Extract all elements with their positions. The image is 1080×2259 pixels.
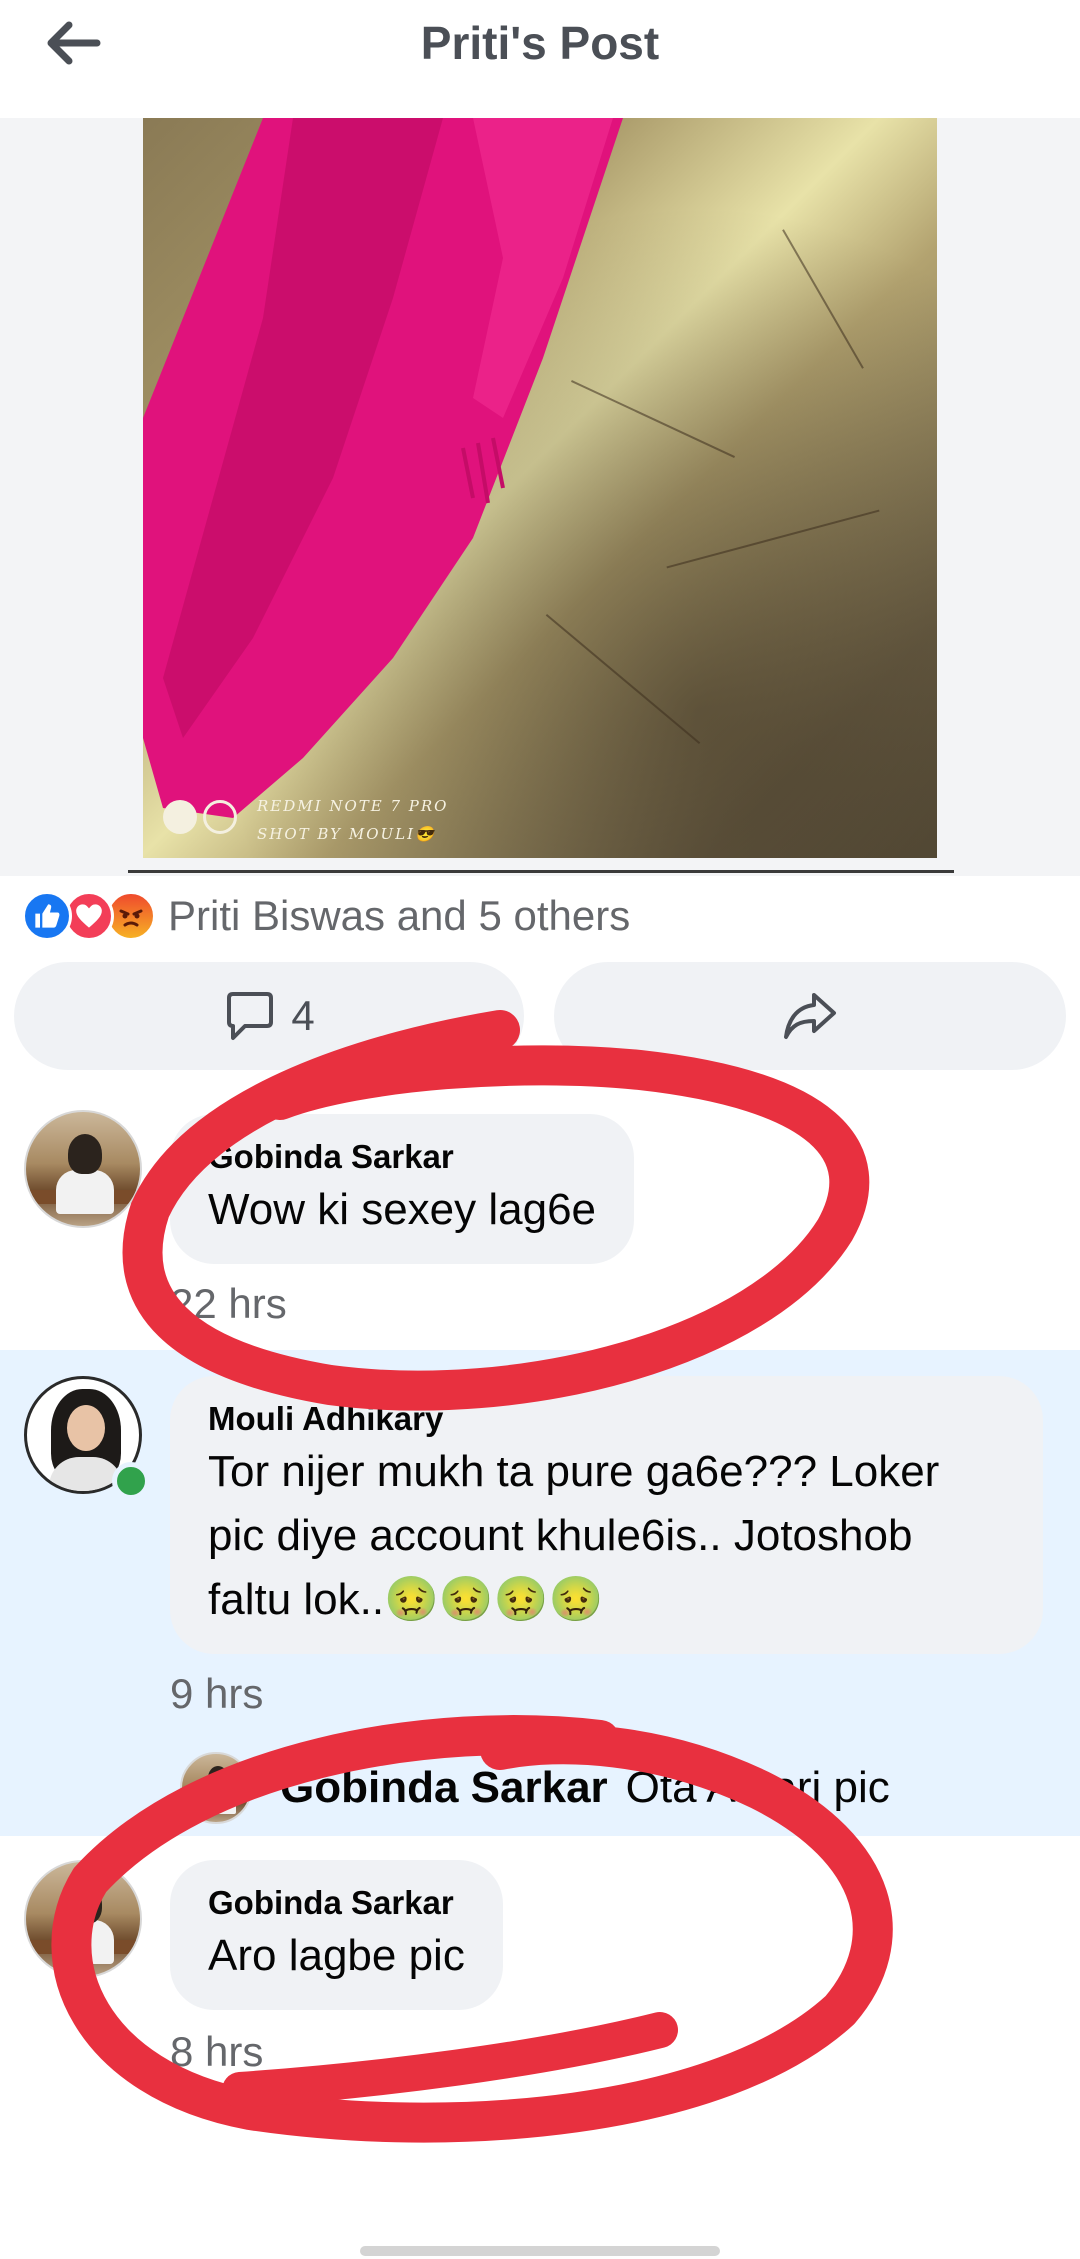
avatar[interactable]	[180, 1752, 252, 1824]
divider	[128, 870, 954, 873]
like-icon	[22, 891, 72, 941]
share-button[interactable]	[554, 962, 1066, 1070]
comment-author[interactable]: Gobinda Sarkar	[208, 1136, 596, 1178]
saree-figure	[143, 118, 623, 818]
comment-text: Wow ki sexey lag6e	[208, 1185, 597, 1234]
page-title: Priti's Post	[420, 17, 660, 69]
comment-bubble[interactable]: Mouli Adhikary Tor nijer mukh ta pure ga…	[170, 1376, 1043, 1654]
share-icon	[784, 993, 836, 1039]
post-photo[interactable]: REDMI NOTE 7 PRO SHOT BY MOULI😎	[143, 118, 937, 858]
comment-author[interactable]: Mouli Adhikary	[208, 1398, 1005, 1440]
reply-preview[interactable]: Gobinda Sarkar Ota Amari pic	[180, 1750, 890, 1826]
comment-author[interactable]: Gobinda Sarkar	[208, 1882, 465, 1924]
online-status-icon	[112, 1462, 150, 1500]
comment-text: Aro lagbe pic	[208, 1931, 465, 1980]
home-indicator[interactable]	[360, 2246, 720, 2256]
avatar[interactable]	[24, 1110, 142, 1228]
reply-text: Ota Amari pic	[625, 1763, 890, 1812]
reply-author[interactable]: Gobinda Sarkar	[280, 1763, 608, 1813]
reactions-summary-text[interactable]: Priti Biswas and 5 others	[168, 892, 630, 940]
comment-icon	[227, 992, 274, 1040]
watermark-line-2: SHOT BY MOULI😎	[257, 825, 436, 843]
comment-bubble[interactable]: Gobinda Sarkar Wow ki sexey lag6e	[170, 1114, 635, 1264]
comment-text: Tor nijer mukh ta pure ga6e??? Loker pic…	[208, 1447, 940, 1624]
comment-count: 4	[291, 992, 315, 1039]
comment-timestamp: 8 hrs	[170, 2028, 264, 2075]
photo-watermark: REDMI NOTE 7 PRO SHOT BY MOULI😎	[257, 792, 448, 848]
post-photo-container[interactable]: REDMI NOTE 7 PRO SHOT BY MOULI😎	[0, 118, 1080, 876]
watermark-line-1: REDMI NOTE 7 PRO	[257, 797, 449, 815]
comment-timestamp: 22 hrs	[170, 1280, 287, 1327]
comment-timestamp: 9 hrs	[170, 1670, 264, 1717]
comment-button[interactable]: 4	[14, 962, 524, 1070]
comment-bubble[interactable]: Gobinda Sarkar Aro lagbe pic	[170, 1860, 503, 2010]
avatar[interactable]	[24, 1860, 142, 1978]
top-bar: Priti's Post	[0, 0, 1080, 118]
reactions-summary[interactable]: Priti Biswas and 5 others	[22, 888, 630, 944]
